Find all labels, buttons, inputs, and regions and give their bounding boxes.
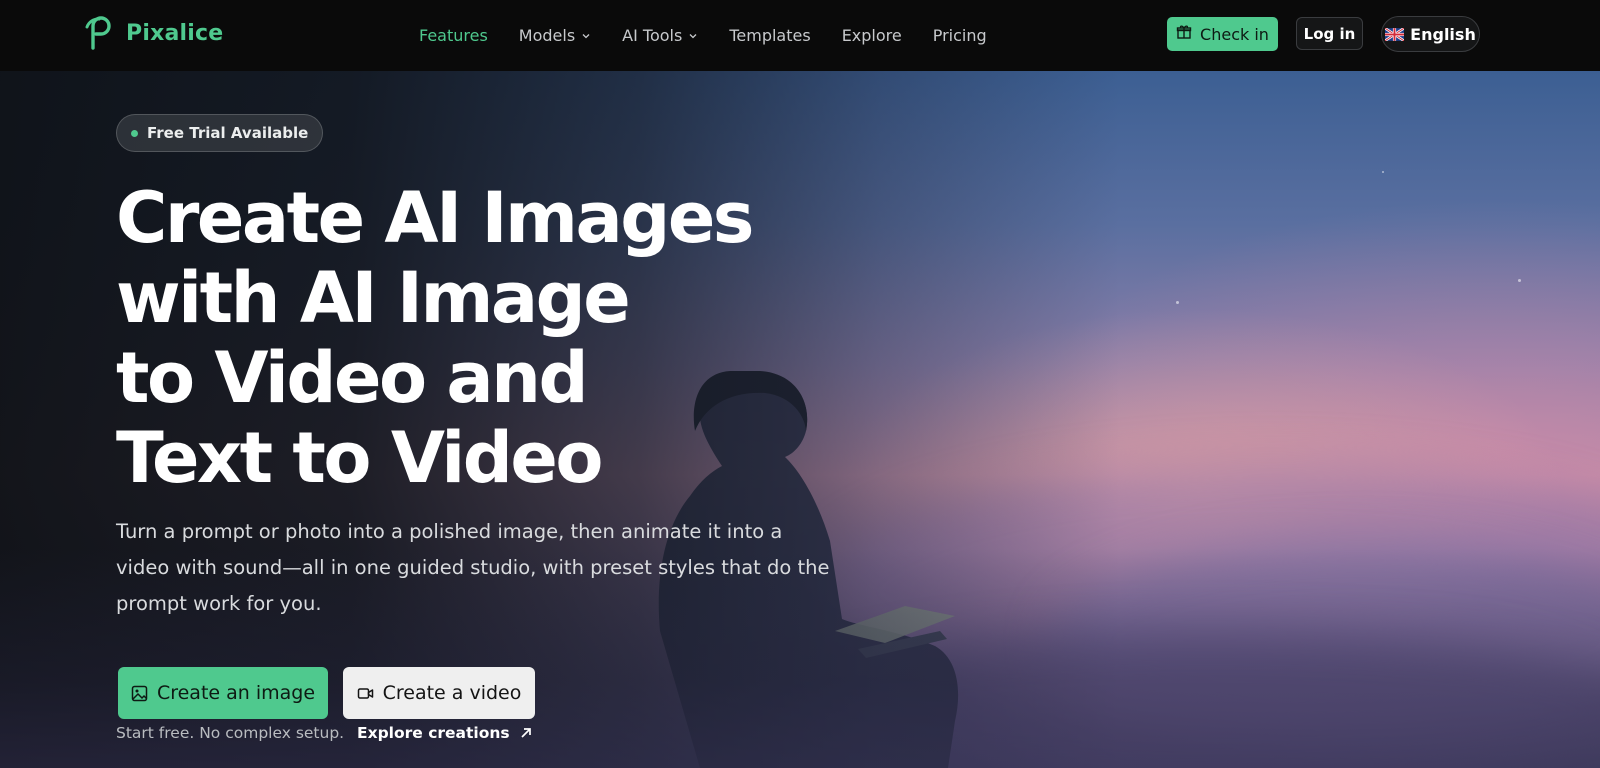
pixalice-logo-icon (84, 16, 114, 50)
headline-line: to Video and (116, 337, 589, 419)
nav-link-label: Models (518, 26, 576, 45)
language-label: English (1410, 24, 1476, 44)
hero-headline: Create AI Images with AI Image to Video … (116, 178, 836, 498)
arrow-up-right-icon (510, 726, 533, 740)
nav-link-templates[interactable]: Templates (729, 26, 810, 45)
explore-creations-label: Explore creations (357, 724, 510, 742)
hero-section: Free Trial Available Create AI Images wi… (0, 71, 1600, 768)
create-video-label: Create a video (382, 682, 522, 704)
nav-link-explore[interactable]: Explore (842, 26, 902, 45)
brand-name: Pixalice (126, 20, 224, 46)
log-in-button[interactable]: Log in (1296, 17, 1363, 50)
hero-subtitle: Turn a prompt or photo into a polished i… (116, 520, 830, 615)
nav-link-ai-tools[interactable]: AI Tools (622, 26, 698, 45)
signup-footnote: Start free. No complex setup. (116, 724, 345, 742)
uk-flag-icon (1385, 27, 1410, 41)
background-star (1176, 301, 1179, 304)
nav-link-label: Explore (841, 26, 902, 45)
nav-links: Features Models AI Tools Templates Explo… (419, 0, 1018, 71)
free-trial-badge: Free Trial Available (116, 114, 324, 152)
nav-link-label: Templates (729, 26, 811, 45)
chevron-down-icon (688, 31, 698, 41)
check-in-label: Check in (1200, 24, 1269, 44)
image-icon (131, 685, 157, 702)
headline-line: Text to Video (116, 417, 603, 499)
language-selector[interactable]: English (1381, 16, 1480, 52)
gift-icon (1176, 24, 1200, 44)
create-image-button[interactable]: Create an image (118, 667, 328, 719)
chevron-down-icon (581, 31, 591, 41)
create-video-button[interactable]: Create a video (343, 667, 535, 719)
background-star (1382, 171, 1384, 173)
background-star (1518, 279, 1521, 282)
status-dot (131, 129, 138, 137)
headline-line: with AI Image (116, 257, 631, 339)
nav-link-pricing[interactable]: Pricing (933, 26, 987, 45)
nav-link-label: Pricing (932, 26, 987, 45)
headline-line: Create AI Images (116, 177, 754, 259)
top-navigation: Pixalice Features Models AI Tools Templa… (0, 0, 1600, 71)
explore-creations-link[interactable]: Explore creations (357, 724, 533, 742)
video-camera-icon (357, 685, 383, 702)
nav-link-label: Features (419, 26, 488, 45)
check-in-button[interactable]: Check in (1167, 17, 1278, 51)
create-image-label: Create an image (156, 682, 316, 704)
badge-label: Free Trial Available (147, 124, 309, 142)
nav-link-label: AI Tools (622, 26, 683, 45)
brand-logo[interactable]: Pixalice (84, 16, 223, 50)
nav-link-features[interactable]: Features (419, 26, 488, 45)
nav-link-models[interactable]: Models (519, 26, 591, 45)
